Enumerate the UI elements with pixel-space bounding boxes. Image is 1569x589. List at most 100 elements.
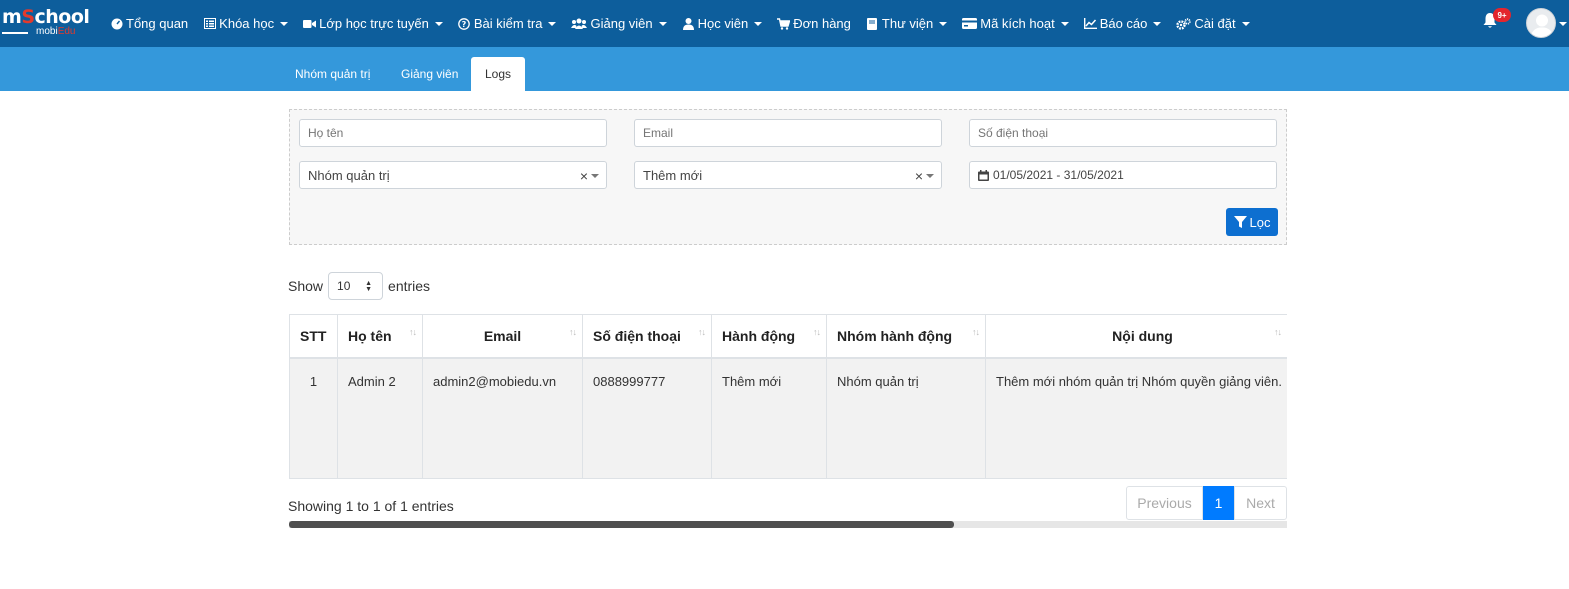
scrollbar-thumb[interactable] bbox=[289, 521, 954, 528]
nav-item-giang-vien[interactable]: Giảng viên bbox=[571, 16, 667, 31]
logo-line bbox=[2, 32, 28, 34]
col-header-email[interactable]: Email ↑↓ bbox=[422, 314, 583, 359]
col-header-label: Nội dung bbox=[1112, 327, 1173, 344]
nav-label: Bài kiểm tra bbox=[473, 16, 543, 31]
logs-table-wrapper: STT Họ tên ↑↓ Email ↑↓ Số điện thoại ↑↓ Hàn… bbox=[289, 314, 1287, 479]
logo-text-part: chool bbox=[34, 6, 90, 28]
logo-subtext: mobiEdu bbox=[36, 26, 75, 37]
date-range-value: 01/05/2021 - 31/05/2021 bbox=[993, 168, 1124, 182]
page-length-select[interactable]: 10 ▲ ▼ bbox=[328, 272, 384, 300]
cogs-icon bbox=[1176, 17, 1192, 30]
nav-label: Tổng quan bbox=[126, 16, 189, 31]
sub-navbar: Nhóm quản trị Giảng viên Logs bbox=[0, 47, 1569, 91]
table-header-row: STT Họ tên ↑↓ Email ↑↓ Số điện thoại ↑↓ Hàn… bbox=[289, 314, 1287, 359]
notification-badge: 9+ bbox=[1493, 8, 1511, 22]
nav-item-hoc-vien[interactable]: Học viên bbox=[682, 16, 763, 31]
cell-stt: 1 bbox=[289, 357, 338, 479]
nav-item-khoa-hoc[interactable]: Khóa học bbox=[203, 16, 289, 31]
nav-label: Mã kích hoạt bbox=[980, 16, 1055, 31]
horizontal-scrollbar[interactable] bbox=[289, 521, 1287, 528]
entries-label: entries bbox=[388, 278, 431, 294]
previous-page-button[interactable]: Previous bbox=[1126, 486, 1203, 520]
nav-item-bao-cao[interactable]: Báo cáo bbox=[1083, 16, 1162, 31]
col-header-so-dien-thoai[interactable]: Số điện thoại ↑↓ bbox=[582, 314, 712, 359]
name-input[interactable] bbox=[299, 119, 607, 147]
chevron-down-icon bbox=[939, 21, 948, 26]
email-input[interactable] bbox=[634, 119, 942, 147]
next-page-button[interactable]: Next bbox=[1234, 486, 1287, 520]
chevron-down-icon bbox=[926, 174, 934, 178]
main-menu: Tổng quan Khóa học Lớp học trực tuyến ? … bbox=[110, 0, 1265, 47]
chevron-down-icon bbox=[280, 21, 289, 26]
sort-icon: ↑↓ bbox=[813, 327, 821, 337]
col-header-hanh-dong[interactable]: Hành động ↑↓ bbox=[711, 314, 827, 359]
nav-item-thu-vien[interactable]: Thư viện bbox=[866, 16, 948, 31]
date-range-input[interactable]: 01/05/2021 - 31/05/2021 bbox=[969, 161, 1277, 189]
chevron-down-icon bbox=[1153, 21, 1162, 26]
tab-logs[interactable]: Logs bbox=[471, 57, 525, 91]
logo-sub-part: mobi bbox=[36, 26, 58, 37]
group-select-value: Nhóm quản trị bbox=[308, 167, 390, 183]
logs-table: STT Họ tên ↑↓ Email ↑↓ Số điện thoại ↑↓ Hàn… bbox=[289, 314, 1287, 479]
avatar[interactable] bbox=[1526, 8, 1556, 38]
action-select[interactable]: Thêm mới × bbox=[634, 161, 942, 189]
logo-text-part: m bbox=[2, 6, 22, 28]
col-header-stt[interactable]: STT bbox=[289, 314, 338, 359]
col-header-label: Họ tên bbox=[348, 327, 392, 344]
logo[interactable]: mSchool mobiEdu bbox=[2, 6, 92, 38]
show-label: Show bbox=[288, 278, 324, 294]
video-icon bbox=[303, 18, 317, 30]
chevron-down-icon bbox=[754, 21, 763, 26]
col-header-label: Nhóm hành động bbox=[837, 327, 953, 344]
logo-sub-part: Edu bbox=[57, 26, 76, 37]
col-header-ho-ten[interactable]: Họ tên ↑↓ bbox=[337, 314, 423, 359]
svg-text:?: ? bbox=[462, 20, 467, 29]
nav-item-bai-kiem-tra[interactable]: ? Bài kiểm tra bbox=[458, 16, 557, 31]
sort-icon: ↑↓ bbox=[972, 327, 980, 337]
group-select[interactable]: Nhóm quản trị × bbox=[299, 161, 607, 189]
cell-nhom-hanh-dong: Nhóm quản trị bbox=[826, 357, 986, 479]
users-icon bbox=[571, 18, 588, 30]
chevron-down-icon bbox=[434, 21, 443, 26]
nav-item-ma-kich-hoat[interactable]: Mã kích hoạt bbox=[962, 16, 1069, 31]
cell-ho-ten: Admin 2 bbox=[337, 357, 423, 479]
filter-button[interactable]: Lọc bbox=[1226, 208, 1278, 236]
nav-label: Lớp học trực tuyến bbox=[319, 16, 429, 31]
col-header-noi-dung[interactable]: Nội dung ↑↓ bbox=[985, 314, 1287, 359]
nav-label: Giảng viên bbox=[590, 16, 653, 31]
list-icon bbox=[203, 18, 216, 30]
clear-icon[interactable]: × bbox=[915, 168, 923, 184]
length-control: Show 10 ▲ ▼ entries bbox=[288, 272, 430, 300]
table-info: Showing 1 to 1 of 1 entries bbox=[288, 498, 454, 514]
table-row: 1 Admin 2 admin2@mobiedu.vn 0888999777 T… bbox=[289, 357, 1287, 479]
sort-icon: ↑↓ bbox=[698, 327, 706, 337]
user-icon bbox=[682, 17, 695, 30]
phone-input[interactable] bbox=[969, 119, 1277, 147]
calendar-icon bbox=[978, 169, 989, 181]
nav-item-don-hang[interactable]: Đơn hàng bbox=[777, 16, 851, 31]
col-header-label: STT bbox=[300, 327, 327, 344]
chevron-down-icon bbox=[548, 21, 557, 26]
tab-nhom-quan-tri[interactable]: Nhóm quản trị bbox=[283, 57, 382, 91]
nav-item-lop-hoc-truc-tuyen[interactable]: Lớp học trực tuyến bbox=[303, 16, 443, 31]
logo-text: mSchool bbox=[2, 6, 90, 28]
up-down-icon: ▲ ▼ bbox=[365, 280, 373, 293]
filter-panel: Nhóm quản trị × Thêm mới × 01/05/2021 - … bbox=[289, 109, 1287, 245]
cell-email: admin2@mobiedu.vn bbox=[422, 357, 583, 479]
action-select-value: Thêm mới bbox=[643, 167, 703, 183]
col-header-label: Email bbox=[483, 327, 522, 344]
tab-giang-vien[interactable]: Giảng viên bbox=[389, 57, 470, 91]
cell-so-dien-thoai: 0888999777 bbox=[582, 357, 712, 479]
sort-icon: ↑↓ bbox=[1274, 327, 1282, 337]
page-button-1[interactable]: 1 bbox=[1203, 486, 1234, 520]
chevron-down-icon[interactable] bbox=[1559, 22, 1567, 26]
col-header-nhom-hanh-dong[interactable]: Nhóm hành động ↑↓ bbox=[826, 314, 986, 359]
clear-icon[interactable]: × bbox=[580, 168, 588, 184]
card-icon bbox=[962, 18, 978, 30]
nav-label: Cài đặt bbox=[1194, 16, 1236, 31]
nav-item-cai-dat[interactable]: Cài đặt bbox=[1176, 16, 1250, 31]
nav-item-tong-quan[interactable]: Tổng quan bbox=[110, 16, 188, 31]
book-icon bbox=[866, 17, 879, 30]
logo-text-part: S bbox=[21, 6, 35, 28]
col-header-label: Hành động bbox=[722, 327, 796, 344]
